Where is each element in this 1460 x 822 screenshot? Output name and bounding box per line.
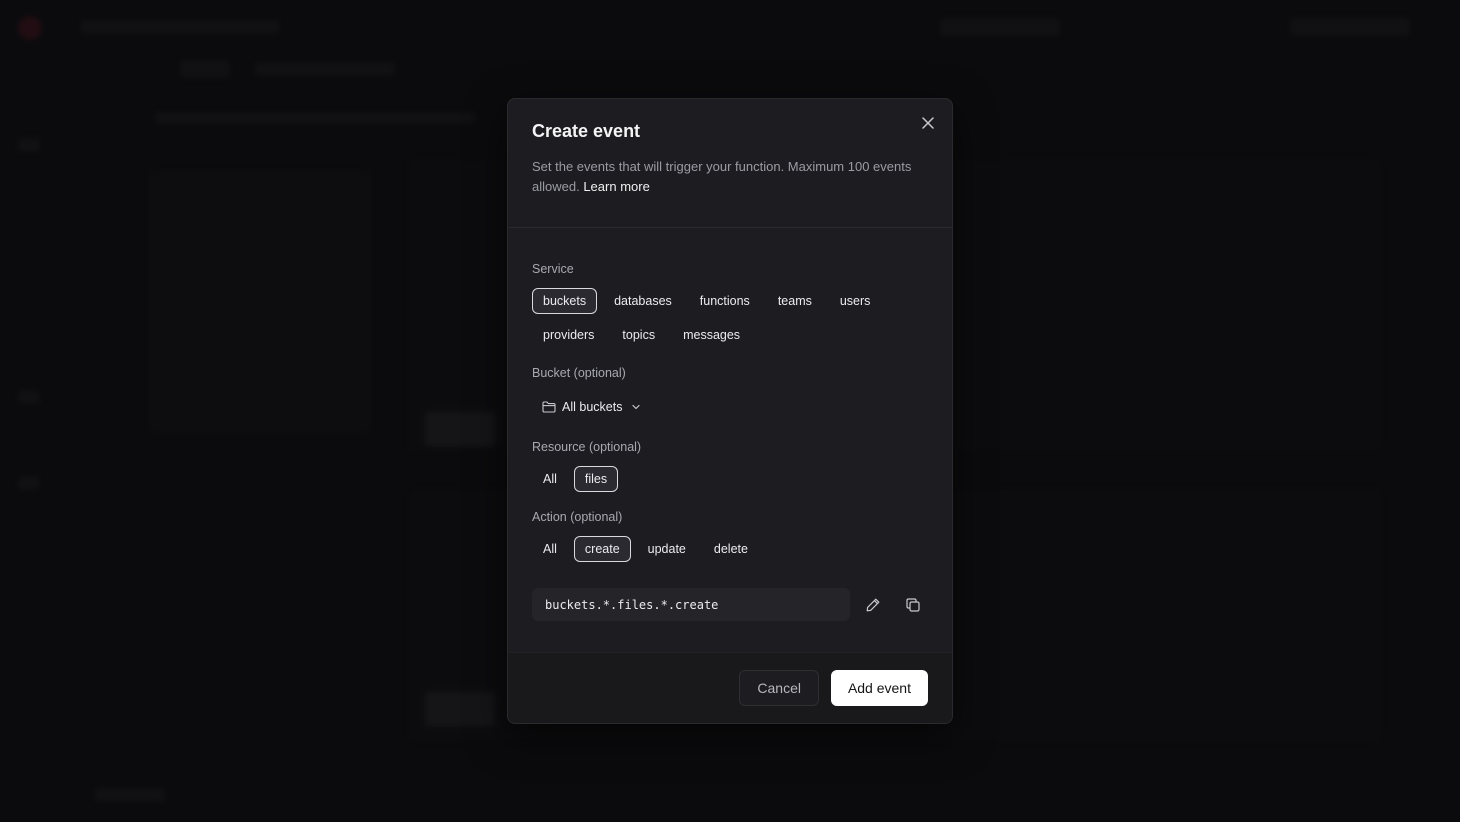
copy-event-button[interactable] <box>901 593 925 617</box>
resource-option-all[interactable]: All <box>532 466 568 492</box>
action-option-delete[interactable]: delete <box>703 536 759 562</box>
action-options-row: All create update delete <box>532 536 759 562</box>
close-icon <box>922 117 934 129</box>
close-button[interactable] <box>918 113 938 133</box>
service-label: Service <box>532 262 574 276</box>
bucket-select-value: All buckets <box>562 400 623 414</box>
pencil-icon <box>866 598 880 612</box>
resource-label: Resource (optional) <box>532 440 642 454</box>
chevron-down-icon <box>632 404 641 410</box>
action-option-update[interactable]: update <box>637 536 697 562</box>
folder-icon <box>542 401 556 413</box>
dialog-footer: Cancel Add event <box>508 652 952 723</box>
service-options-row-1: buckets databases functions teams users <box>532 288 881 314</box>
service-option-functions[interactable]: functions <box>689 288 761 314</box>
add-event-button[interactable]: Add event <box>830 670 928 706</box>
event-string-display: buckets.*.files.*.create <box>532 588 850 621</box>
service-option-topics[interactable]: topics <box>611 322 666 348</box>
create-event-dialog: Create event Set the events that will tr… <box>507 98 953 724</box>
action-option-all[interactable]: All <box>532 536 568 562</box>
cancel-button[interactable]: Cancel <box>739 670 819 706</box>
action-label: Action (optional) <box>532 510 623 524</box>
edit-event-button[interactable] <box>861 593 885 617</box>
service-option-databases[interactable]: databases <box>603 288 683 314</box>
service-option-teams[interactable]: teams <box>767 288 823 314</box>
service-option-messages[interactable]: messages <box>672 322 751 348</box>
bucket-label: Bucket (optional) <box>532 366 626 380</box>
service-option-users[interactable]: users <box>829 288 882 314</box>
bucket-select[interactable]: All buckets <box>532 396 651 418</box>
event-string-text: buckets.*.files.*.create <box>545 597 719 612</box>
service-option-providers[interactable]: providers <box>532 322 605 348</box>
service-option-buckets[interactable]: buckets <box>532 288 598 314</box>
dialog-title: Create event <box>532 121 641 141</box>
action-option-create[interactable]: create <box>573 536 631 562</box>
dialog-description: Set the events that will trigger your fu… <box>532 157 912 197</box>
learn-more-link[interactable]: Learn more <box>583 179 649 194</box>
header-divider <box>508 227 952 228</box>
service-options-row-2: providers topics messages <box>532 322 751 348</box>
resource-option-files[interactable]: files <box>573 466 619 492</box>
copy-icon <box>906 598 920 612</box>
resource-options-row: All files <box>532 466 619 492</box>
